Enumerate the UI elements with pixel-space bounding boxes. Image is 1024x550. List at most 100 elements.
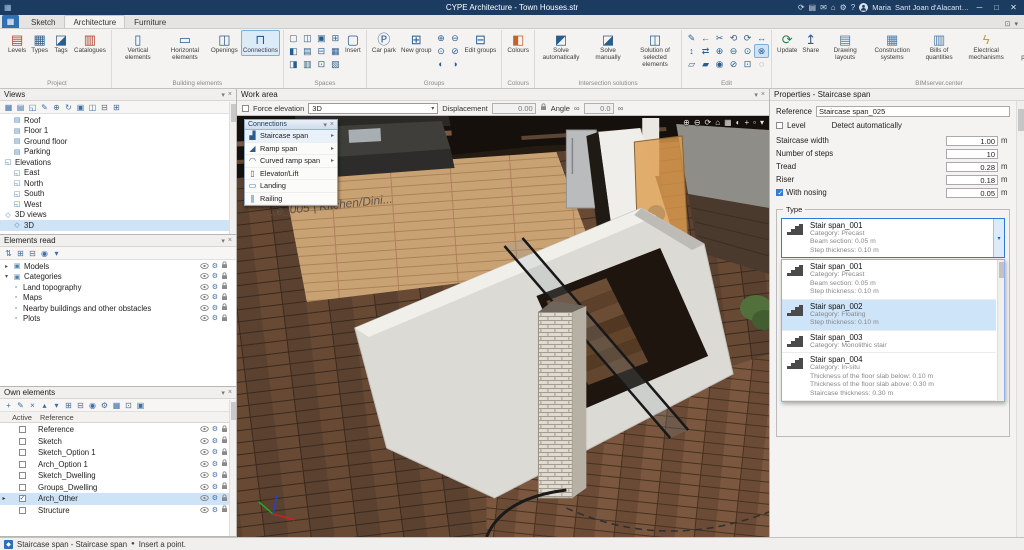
field-value-number-of-steps[interactable]: 10 [946, 149, 998, 159]
pan-icon[interactable]: + [744, 118, 749, 127]
active-checkbox[interactable] [19, 507, 26, 514]
ribbon-button-solve-manually[interactable]: ◪Solve manually [585, 30, 631, 63]
move-down-icon[interactable]: ▾ [51, 401, 62, 410]
field-value-with-nosing[interactable]: 0.05 [946, 188, 998, 198]
expand-all-icon[interactable]: ⊞ [111, 103, 122, 112]
ribbon-tool-groups-1[interactable]: ⊖ [448, 32, 461, 44]
view-item-west[interactable]: ◱West [0, 199, 236, 210]
visibility-icon[interactable]: ◉ [87, 401, 98, 410]
lock-icon[interactable] [221, 471, 228, 481]
elements-read-item-maps[interactable]: ▫Maps⚙ [0, 293, 236, 304]
orbit-icon[interactable]: ⟳ [705, 118, 712, 127]
view-item-elevations[interactable]: ◱Elevations [0, 157, 236, 168]
zoom-in-icon[interactable]: ⊕ [683, 118, 690, 127]
grid-view-icon[interactable]: ▦ [3, 103, 14, 112]
ribbon-tool-groups-2[interactable]: ⊙ [434, 45, 447, 57]
ribbon-tool-spaces-7[interactable]: ▦ [329, 45, 342, 57]
ribbon-tool-edit-8[interactable]: ⊕ [713, 45, 726, 57]
gear-icon[interactable]: ⚙ [212, 263, 218, 270]
ribbon-tool-spaces-5[interactable]: ▤ [301, 45, 314, 57]
active-checkbox[interactable] [19, 484, 26, 491]
elements-read-item-plots[interactable]: ▫Plots⚙ [0, 314, 236, 325]
panel-close-icon[interactable]: × [330, 121, 334, 129]
ribbon-tool-groups-4[interactable]: ◐ [434, 58, 447, 70]
ribbon-tool-spaces-4[interactable]: ◧ [287, 45, 300, 57]
layers-icon[interactable]: ▣ [135, 401, 146, 410]
add-view-icon[interactable]: ⊕ [51, 103, 62, 112]
ribbon-button-electrical-mechanisms[interactable]: ϟElectrical mechanisms [963, 30, 1009, 63]
own-element-row-groups-dwelling[interactable]: Groups_Dwelling⚙ [0, 482, 236, 494]
delete-icon[interactable]: × [27, 401, 38, 410]
with-nosing-checkbox[interactable] [776, 189, 783, 196]
home-view-icon[interactable]: ⌂ [715, 118, 720, 127]
connections-item-elevator-lift[interactable]: ▯Elevator/Lift [245, 168, 337, 181]
ribbon-tool-spaces-3[interactable]: ⊞ [329, 32, 342, 44]
active-checkbox[interactable] [19, 438, 26, 445]
active-checkbox[interactable] [19, 426, 26, 433]
ribbon-tool-edit-13[interactable]: ▰ [699, 58, 712, 70]
zoom-out-icon[interactable]: ⊖ [694, 118, 701, 127]
eye-icon[interactable] [200, 506, 209, 515]
connections-palette-header[interactable]: Connections ▾× [245, 120, 337, 130]
eye-icon[interactable] [200, 494, 209, 503]
panel-menu-icon[interactable]: ▾ [221, 389, 225, 397]
ribbon-tool-spaces-6[interactable]: ⊟ [315, 45, 328, 57]
eye-icon[interactable] [200, 471, 209, 480]
active-checkbox[interactable] [19, 472, 26, 479]
lock-icon[interactable] [221, 448, 228, 458]
ribbon-tool-edit-0[interactable]: ✎ [685, 32, 698, 44]
gear-icon[interactable]: ⚙ [212, 426, 218, 433]
eye-icon[interactable] [200, 283, 209, 292]
type-option-stair-span-004[interactable]: Stair span_004Category: In-situThickness… [782, 353, 996, 401]
ribbon-button-levels[interactable]: ▤Levels [6, 30, 28, 56]
ribbon-tool-edit-6[interactable]: ↕ [685, 45, 698, 57]
own-element-row-reference[interactable]: Reference⚙ [0, 424, 236, 436]
home-icon[interactable]: ⌂ [831, 3, 836, 12]
type-dropdown-button[interactable]: ▾ [993, 219, 1004, 257]
gear-icon[interactable]: ⚙ [212, 305, 218, 312]
connections-item-curved-ramp-span[interactable]: ◠Curved ramp span▸ [245, 155, 337, 168]
type-option-stair-span-003[interactable]: Stair span_003Category: Monolithic stair [782, 331, 996, 353]
own-element-row-sketch[interactable]: Sketch⚙ [0, 436, 236, 448]
type-option-stair-span-001[interactable]: Stair span_001Category: PrecastBeam sect… [782, 260, 996, 299]
settings-icon[interactable]: ⚙ [99, 401, 110, 410]
lock-icon[interactable] [221, 272, 228, 282]
ribbon-button-update[interactable]: ⟳Update [775, 30, 799, 56]
view-item-east[interactable]: ◱East [0, 168, 236, 179]
gear-icon[interactable]: ⚙ [212, 438, 218, 445]
connections-item-landing[interactable]: ▭Landing [245, 180, 337, 193]
expander-icon[interactable]: ▾ [3, 273, 10, 280]
ribbon-button-connections[interactable]: ⊓Connections [241, 30, 280, 56]
ribbon-tool-spaces-9[interactable]: ▥ [301, 58, 314, 70]
viewport[interactable]: ...e_005 | Kitchen/Dini... ⊕⊖⟳⌂▦◐+▫▾ Con… [237, 116, 769, 537]
eye-icon[interactable] [200, 272, 209, 281]
more-icon[interactable]: ▾ [760, 118, 764, 127]
visibility-icon[interactable]: ◉ [39, 249, 50, 258]
detect-automatically-label[interactable]: Detect automatically [832, 121, 902, 130]
grid-toggle-icon[interactable]: ▦ [724, 118, 732, 127]
panel-menu-icon[interactable]: ▾ [323, 121, 327, 129]
eye-icon[interactable] [200, 304, 209, 313]
own-element-row-sketch-option-1[interactable]: Sketch_Option 1⚙ [0, 447, 236, 459]
ribbon-tool-edit-11[interactable]: ⊗ [755, 45, 768, 57]
ribbon-tool-edit-4[interactable]: ⟳ [741, 32, 754, 44]
project-location[interactable]: Sant Joan d'Alacant… [895, 3, 969, 12]
own-element-row-structure[interactable]: Structure⚙ [0, 505, 236, 517]
ribbon-tool-edit-9[interactable]: ⊖ [727, 45, 740, 57]
lock-icon[interactable] [221, 425, 228, 435]
field-value-staircase-width[interactable]: 1.00 [946, 136, 998, 146]
frame-icon[interactable]: ▫ [753, 118, 756, 127]
panel-close-icon[interactable]: × [228, 91, 232, 99]
lock-icon[interactable] [221, 494, 228, 504]
app-menu-button[interactable]: ▦ [2, 15, 19, 28]
sync-icon[interactable]: ⟳ [798, 3, 805, 12]
active-checkbox[interactable] [19, 495, 26, 502]
view-item-ground-floor[interactable]: ▤Ground floor [0, 136, 236, 147]
ribbon-tool-spaces-2[interactable]: ▣ [315, 32, 328, 44]
type-option-stair-span-002[interactable]: Stair span_002Category: FloatingStep thi… [782, 300, 996, 331]
ribbon-tool-groups-3[interactable]: ⊘ [448, 45, 461, 57]
eye-icon[interactable] [200, 483, 209, 492]
eye-icon[interactable] [200, 314, 209, 323]
gear-icon[interactable]: ⚙ [212, 284, 218, 291]
lock-icon[interactable] [221, 314, 228, 324]
